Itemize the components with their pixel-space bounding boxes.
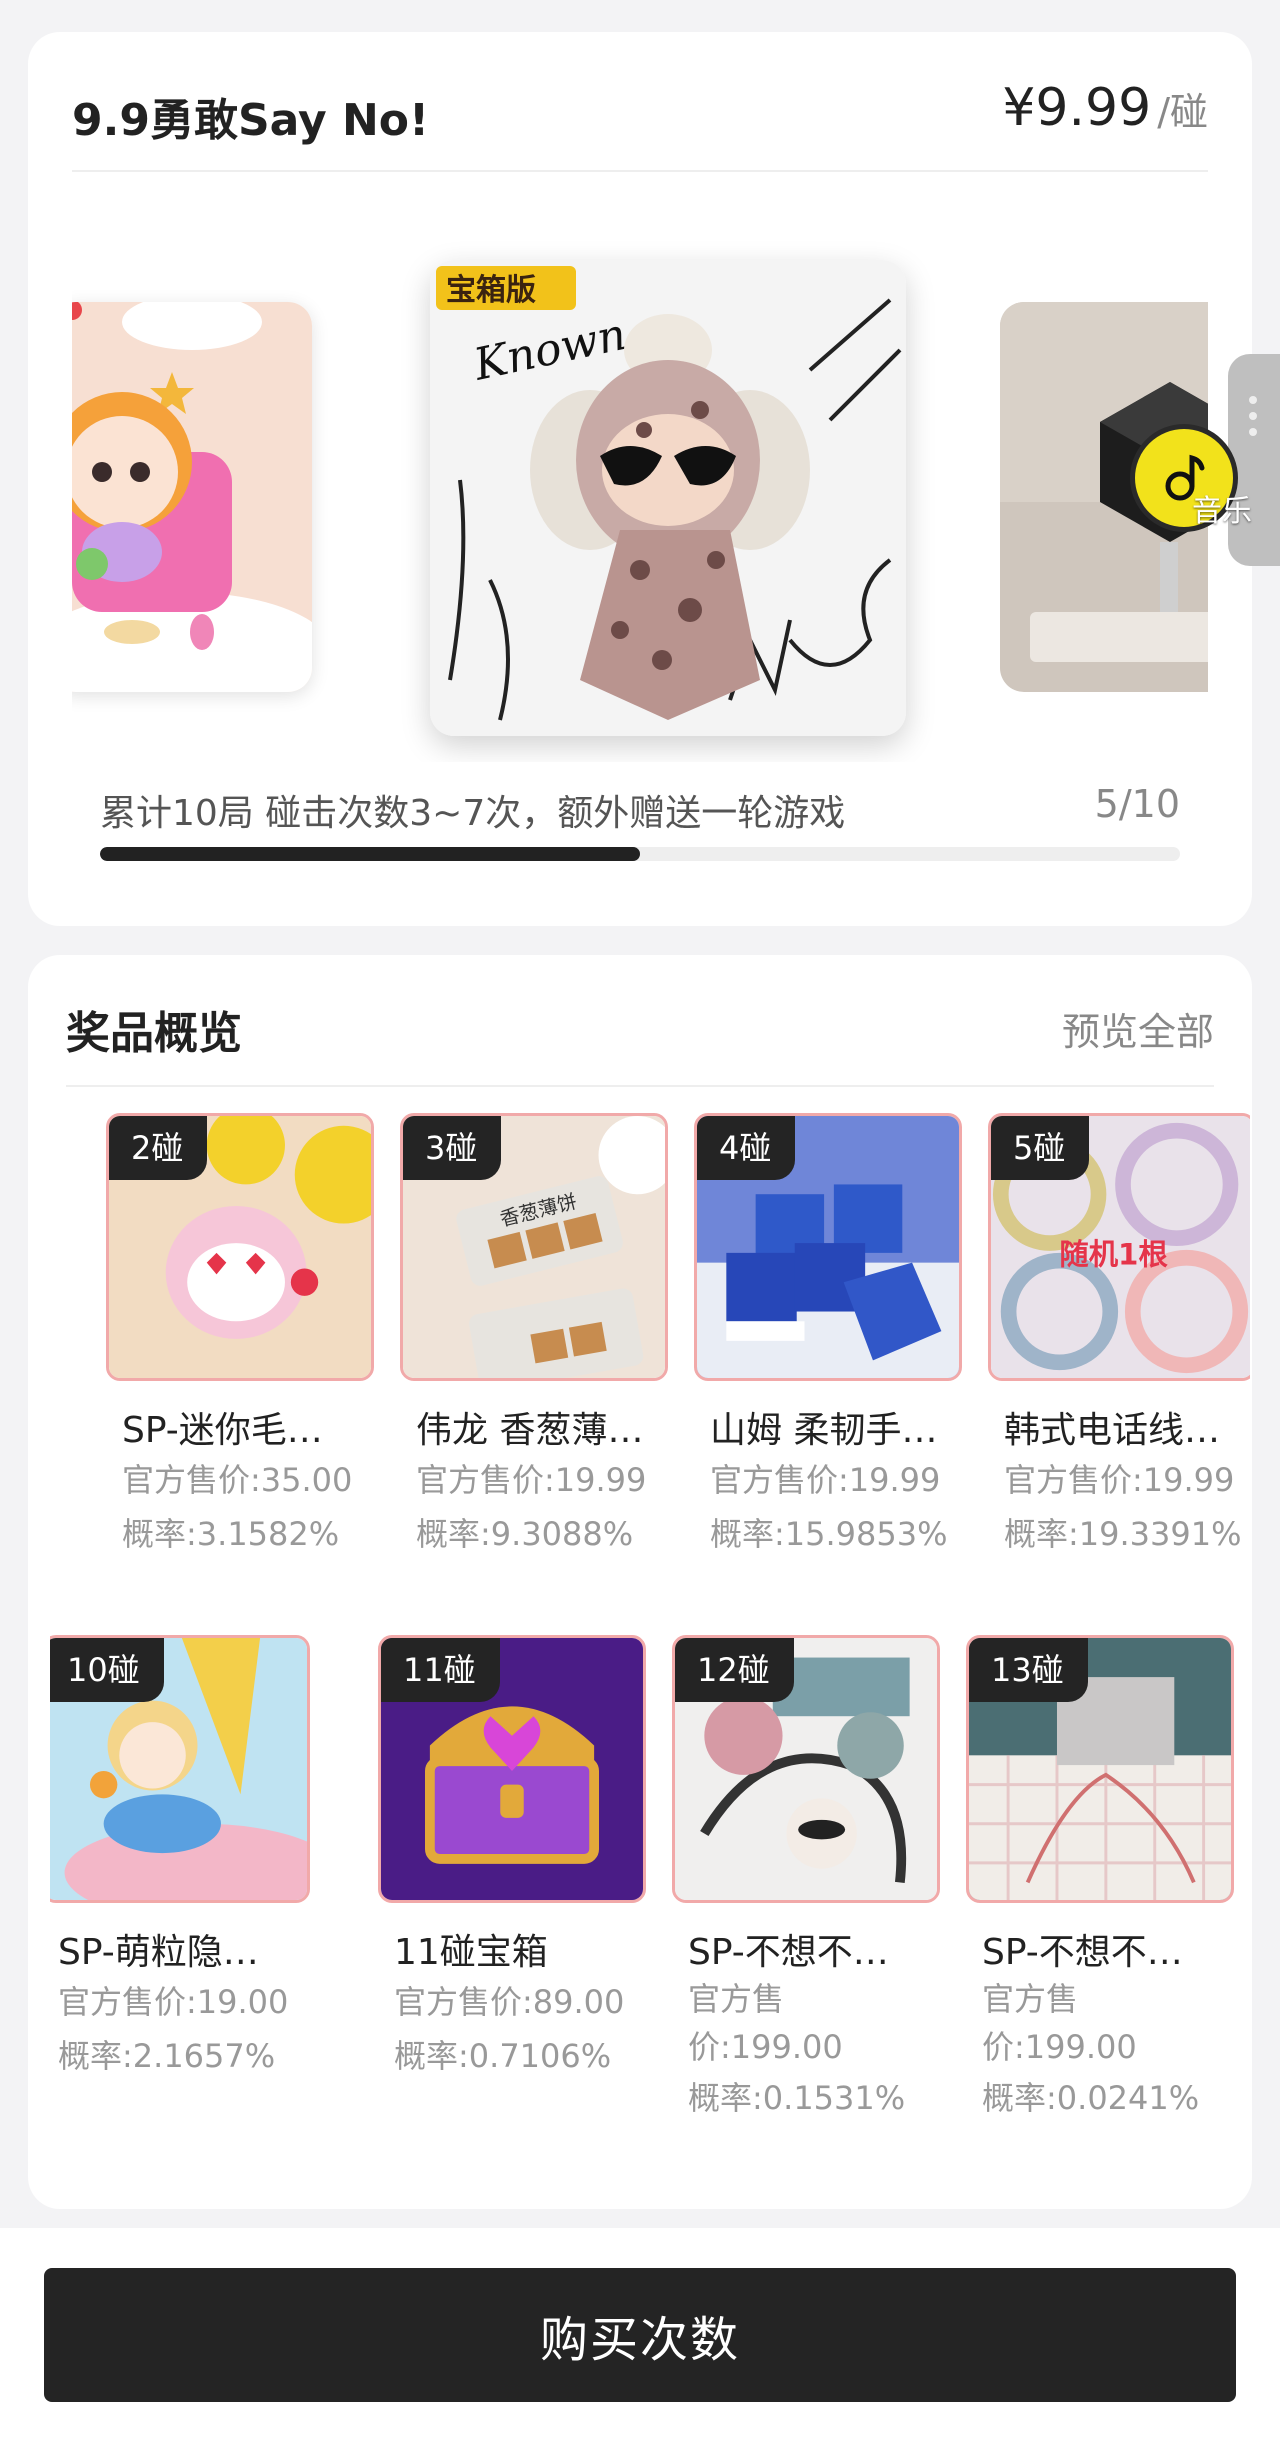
svg-text:随机1根: 随机1根	[1059, 1238, 1168, 1272]
hit-count-badge: 4碰	[697, 1116, 796, 1180]
progress-bar	[100, 847, 1180, 861]
prize-image: 13碰	[966, 1635, 1234, 1903]
prize-probability: 概率:2.1657%	[58, 2037, 276, 2075]
prize-official-price: 官方售价:19.99	[1004, 1461, 1235, 1499]
handle-dot	[1249, 396, 1257, 404]
prize-name: 11碰宝箱	[394, 1932, 548, 1973]
hit-count-badge: 2碰	[109, 1116, 208, 1180]
bottom-action-bar: 购买次数	[0, 2228, 1280, 2441]
prize-item[interactable]: 4碰 山姆 柔韧手… 官方售价:19.99 概率:15.9853%	[694, 1113, 962, 1561]
prize-probability: 概率:0.7106%	[394, 2037, 612, 2075]
prize-overview-card: 奖品概览 预览全部 2碰 SP-迷你毛… 官方售价:35.00 概率:3.158…	[28, 955, 1252, 2209]
product-carousel[interactable]: Known 宝箱版	[72, 222, 1208, 762]
prize-probability: 概率:3.1582%	[122, 1515, 340, 1553]
prize-image: 香葱薄饼 3碰	[400, 1113, 668, 1381]
hit-count-badge: 12碰	[675, 1638, 794, 1702]
prize-item[interactable]: 随机1根 5碰 韩式电话线… 官方售价:19.99 概率:19.3391%	[988, 1113, 1250, 1561]
prize-name: SP-迷你毛…	[122, 1410, 323, 1451]
prize-name: 山姆 柔韧手…	[710, 1410, 938, 1451]
figurine-sunglasses-image: Known 宝箱版	[430, 260, 906, 736]
price-unit: /碰	[1157, 90, 1208, 134]
prize-name: SP-不想不…	[982, 1932, 1183, 1973]
prize-official-price: 官方售价:199.00	[982, 1980, 1137, 2066]
carousel-item-prev[interactable]	[72, 302, 312, 692]
prize-probability: 概率:9.3088%	[416, 1515, 634, 1553]
prize-name: SP-不想不…	[688, 1932, 889, 1973]
hit-count-badge: 10碰	[50, 1638, 164, 1702]
prize-image: 10碰	[50, 1635, 310, 1903]
prize-section-title: 奖品概览	[66, 1008, 242, 1059]
music-label: 音乐	[1192, 494, 1252, 529]
prize-image: 12碰	[672, 1635, 940, 1903]
prize-item[interactable]: 13碰 SP-不想不… 官方售价:199.00 概率:0.0241%	[966, 1635, 1234, 2125]
prize-item[interactable]: 香葱薄饼 3碰 伟龙 香葱薄… 官方售价:19.99 概率:9.3088%	[400, 1113, 668, 1561]
progress-bar-fill	[100, 847, 640, 861]
buy-times-button[interactable]: 购买次数	[44, 2268, 1236, 2402]
progress-count: 5/10	[1094, 782, 1180, 826]
price-per-hit: ¥9.99/碰	[1002, 78, 1208, 138]
prize-item[interactable]: 12碰 SP-不想不… 官方售价:199.00 概率:0.1531%	[672, 1635, 940, 2125]
prize-official-price: 官方售价:35.00	[122, 1461, 353, 1499]
prize-official-price: 官方售价:19.00	[58, 1983, 289, 2021]
prize-probability: 概率:19.3391%	[1004, 1515, 1242, 1553]
carousel-item-current[interactable]: Known 宝箱版	[430, 260, 906, 736]
floating-side-tab[interactable]	[1228, 354, 1280, 566]
prize-official-price: 官方售价:199.00	[688, 1980, 843, 2066]
hit-count-badge: 11碰	[381, 1638, 500, 1702]
prize-probability: 概率:15.9853%	[710, 1515, 948, 1553]
hit-count-badge: 5碰	[991, 1116, 1090, 1180]
prize-image: 11碰	[378, 1635, 646, 1903]
svg-text:宝箱版: 宝箱版	[446, 273, 536, 308]
prize-official-price: 官方售价:19.99	[710, 1461, 941, 1499]
prize-probability: 概率:0.1531%	[688, 2079, 906, 2117]
game-info-card: 9.9勇敢Say No! ¥9.99/碰 Known 宝箱版 累计10局 碰击次…	[28, 32, 1252, 926]
progress-description: 累计10局 碰击次数3~7次，额外赠送一轮游戏	[100, 793, 846, 834]
prize-name: 伟龙 香葱薄…	[416, 1410, 644, 1451]
figurine-bear-image	[72, 302, 312, 692]
prize-name: 韩式电话线…	[1004, 1410, 1221, 1451]
prize-probability: 概率:0.0241%	[982, 2079, 1200, 2117]
prize-item[interactable]: 11碰 11碰宝箱 官方售价:89.00 概率:0.7106%	[378, 1635, 646, 2083]
prize-official-price: 官方售价:89.00	[394, 1983, 625, 2021]
prize-item[interactable]: 2碰 SP-迷你毛… 官方售价:35.00 概率:3.1582%	[106, 1113, 374, 1561]
prize-name: SP-萌粒隐…	[58, 1932, 259, 1973]
handle-dot	[1249, 412, 1257, 420]
prize-grid: 2碰 SP-迷你毛… 官方售价:35.00 概率:3.1582% 香葱薄饼 3碰…	[50, 1113, 1250, 2173]
prize-official-price: 官方售价:19.99	[416, 1461, 647, 1499]
prize-divider	[66, 1085, 1214, 1087]
prize-item[interactable]: 10碰 SP-萌粒隐… 官方售价:19.00 概率:2.1657%	[50, 1635, 310, 2083]
prize-image: 2碰	[106, 1113, 374, 1381]
hit-count-badge: 13碰	[969, 1638, 1088, 1702]
hit-count-badge: 3碰	[403, 1116, 502, 1180]
header-divider	[72, 170, 1208, 172]
preview-all-link[interactable]: 预览全部	[1062, 1001, 1214, 1056]
price-amount: ¥9.99	[1002, 78, 1152, 138]
handle-dot	[1249, 428, 1257, 436]
game-title: 9.9勇敢Say No!	[72, 95, 430, 146]
prize-image: 随机1根 5碰	[988, 1113, 1250, 1381]
prize-image: 4碰	[694, 1113, 962, 1381]
